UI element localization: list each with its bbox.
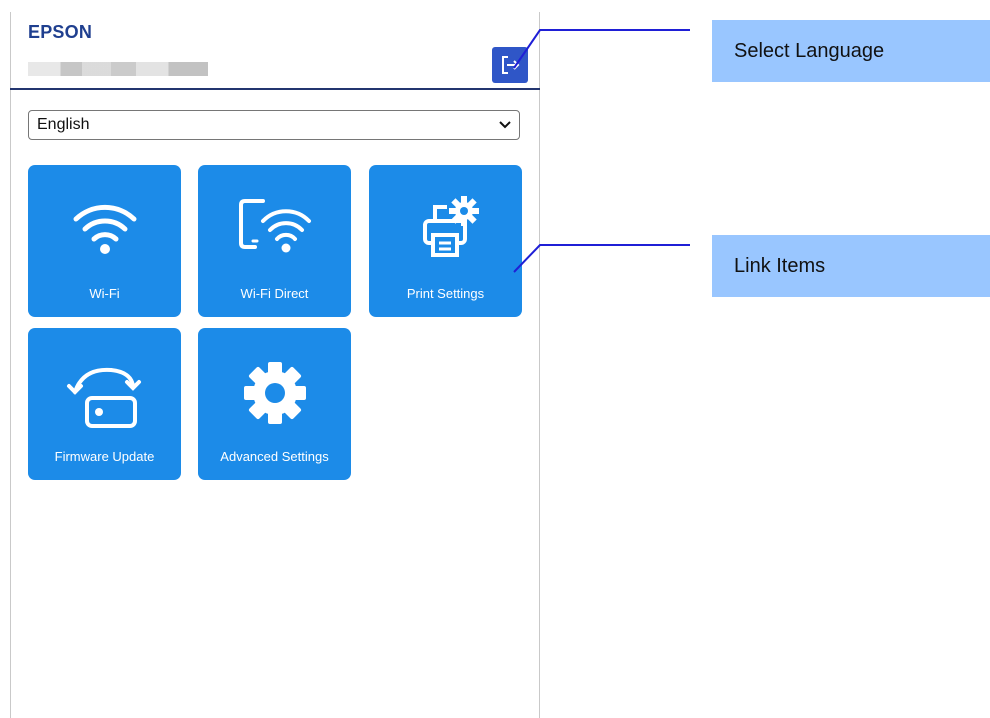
callout-select-language: Select Language (712, 20, 990, 82)
callout-connectors (513, 29, 690, 273)
connector-link-items (513, 244, 690, 273)
connector-select-language (513, 29, 690, 69)
callout-link-items: Link Items (712, 235, 990, 297)
